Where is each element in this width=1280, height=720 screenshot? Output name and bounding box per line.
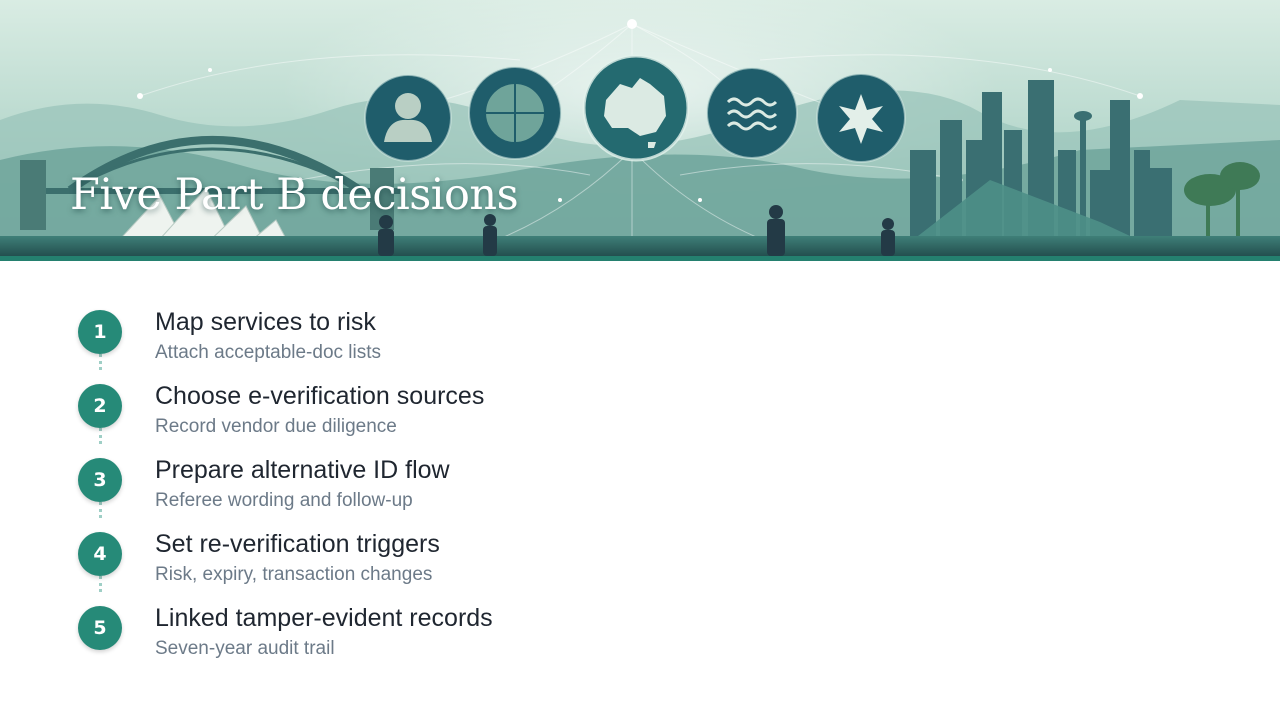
- step-item-1: 1 Map services to risk Attach acceptable…: [78, 304, 778, 374]
- australia-map-icon: [582, 54, 690, 162]
- step-item-4: 4 Set re-verification triggers Risk, exp…: [78, 526, 778, 596]
- step-number-badge: 2: [78, 384, 122, 428]
- step-title: Prepare alternative ID flow: [155, 456, 450, 484]
- decision-steps-list: 1 Map services to risk Attach acceptable…: [78, 296, 778, 666]
- step-title: Set re-verification triggers: [155, 530, 440, 558]
- step-number-badge: 1: [78, 310, 122, 354]
- globe-icon: [468, 66, 562, 160]
- step-title: Linked tamper-evident records: [155, 604, 493, 632]
- header-banner: Five Part B decisions: [0, 0, 1280, 256]
- step-subtitle: Record vendor due diligence: [155, 416, 397, 437]
- banner-divider: [0, 256, 1280, 261]
- waves-icon: [706, 67, 798, 159]
- step-number-badge: 3: [78, 458, 122, 502]
- step-title: Map services to risk: [155, 308, 376, 336]
- person-icon: [364, 74, 452, 162]
- step-subtitle: Attach acceptable-doc lists: [155, 342, 382, 363]
- step-subtitle: Referee wording and follow-up: [155, 490, 413, 511]
- step-item-5: 5 Linked tamper-evident records Seven-ye…: [78, 600, 778, 670]
- step-subtitle: Risk, expiry, transaction changes: [155, 564, 433, 585]
- step-number-badge: 5: [78, 606, 122, 650]
- slide-title: Five Part B decisions: [70, 170, 519, 220]
- step-item-2: 2 Choose e-verification sources Record v…: [78, 378, 778, 448]
- step-title: Choose e-verification sources: [155, 382, 485, 410]
- star-icon: [816, 73, 906, 163]
- step-item-3: 3 Prepare alternative ID flow Referee wo…: [78, 452, 778, 522]
- step-number-badge: 4: [78, 532, 122, 576]
- step-subtitle: Seven-year audit trail: [155, 638, 335, 659]
